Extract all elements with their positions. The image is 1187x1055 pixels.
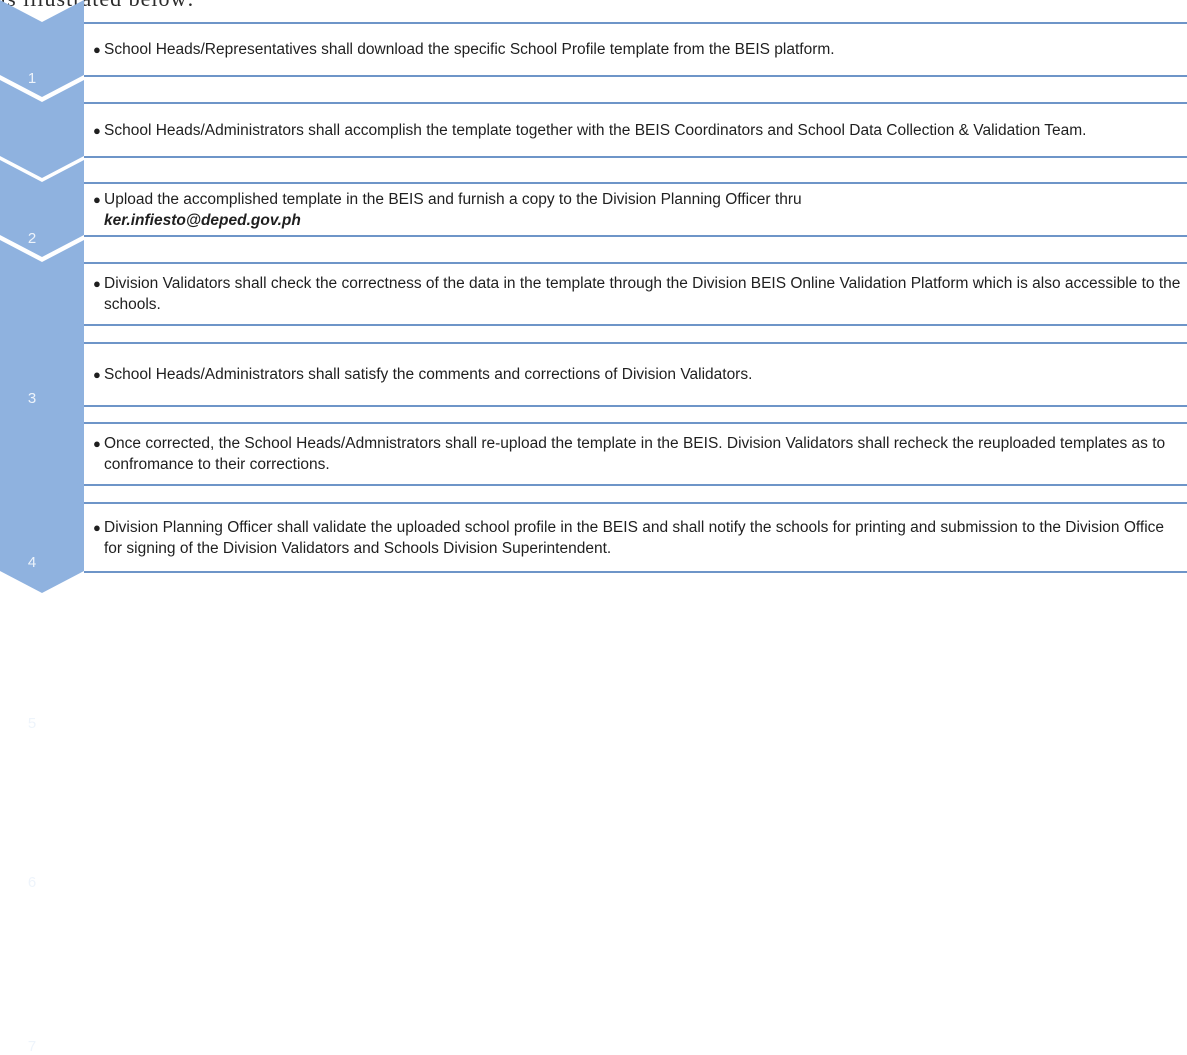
process-chevrons	[0, 0, 84, 593]
step-number: 7	[27, 1037, 37, 1055]
bullet-icon: ●	[93, 276, 101, 291]
step-description: Division Planning Officer shall validate…	[104, 518, 1165, 557]
step-number: 3	[27, 389, 37, 407]
step-description: Once corrected, the School Heads/Admnist…	[104, 435, 1166, 473]
bullet-icon: ●	[93, 42, 101, 57]
process-step: ● Once corrected, the School Heads/Admnis…	[28, 422, 1187, 891]
step-text: ● School Heads/Administrators shall satis…	[84, 364, 752, 385]
step-number: 1	[27, 69, 37, 87]
step-description: Division Validators shall check the corr…	[104, 275, 1181, 313]
step-description: School Heads/Representatives shall downl…	[104, 41, 835, 58]
step-text: ● Upload the accomplished template in the…	[84, 189, 802, 231]
step-description: Upload the accomplished template in the …	[104, 190, 802, 208]
bullet-icon: ●	[93, 191, 101, 207]
step-description: School Heads/Administrators shall satisf…	[104, 366, 753, 383]
step-number: 4	[27, 554, 37, 571]
step-text: ● School Heads/Administrators shall accom…	[84, 120, 1086, 141]
step-description: School Heads/Administrators shall accomp…	[104, 121, 1087, 139]
bullet-icon: ●	[93, 367, 101, 382]
process-step: ● School Heads/Representatives shall down…	[28, 22, 1187, 87]
bullet-icon: ●	[93, 519, 101, 535]
step-text: ● Division Planning Officer shall validat…	[84, 517, 1183, 559]
bullet-icon: ●	[93, 122, 101, 138]
step-text: ● Once corrected, the School Heads/Admnis…	[84, 433, 1183, 475]
process-step: ● Division Planning Officer shall validat…	[28, 502, 1187, 1055]
process-step: ● Division Validators shall check the cor…	[28, 262, 1187, 571]
process-step: ● Upload the accomplished template in the…	[28, 182, 1187, 407]
step-text: ● School Heads/Representatives shall down…	[84, 39, 835, 60]
process-step: ● School Heads/Administrators shall accom…	[28, 102, 1187, 247]
step-number: 2	[27, 230, 37, 247]
step-number: 6	[27, 874, 37, 891]
email-address: ker.infiesto@deped.gov.ph	[104, 211, 301, 229]
step-number: 5	[27, 714, 37, 732]
step-text: ● Division Validators shall check the cor…	[84, 273, 1183, 315]
bullet-icon: ●	[93, 436, 101, 451]
step-chevron	[0, 0, 84, 97]
process-step: ● School Heads/Administrators shall satis…	[28, 342, 1187, 732]
